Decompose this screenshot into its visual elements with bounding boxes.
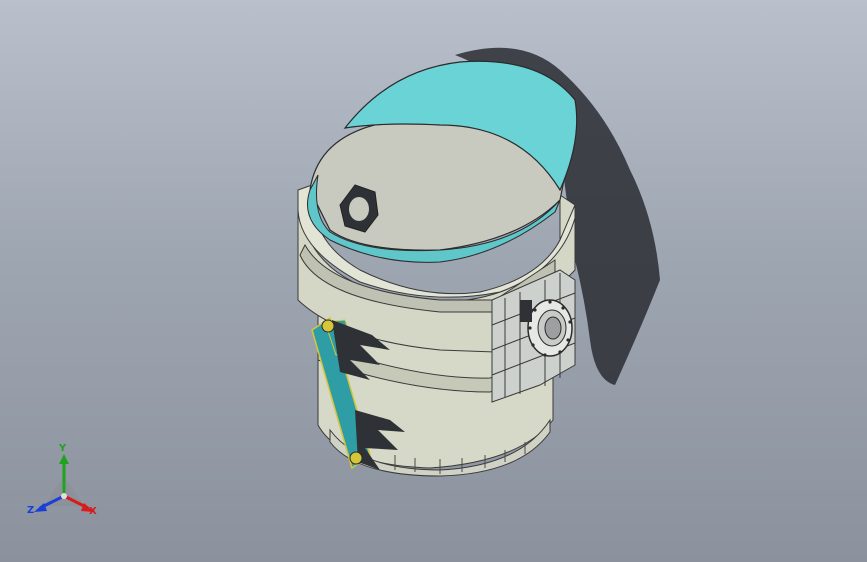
z-axis-label: Z: [27, 505, 35, 516]
y-axis-label: Y: [59, 443, 67, 454]
pivot-bottom[interactable]: [349, 451, 363, 465]
hopper-hole-inner: [349, 197, 369, 221]
y-axis-arrow: [59, 454, 69, 464]
flange-port[interactable]: [527, 299, 573, 357]
triad-graphic: [34, 454, 94, 512]
pivot-top[interactable]: [321, 319, 335, 333]
port-bracket: [520, 300, 532, 322]
triad-origin: [61, 493, 67, 499]
3d-model-view[interactable]: [0, 0, 867, 562]
orientation-triad[interactable]: Y X Z: [22, 444, 112, 528]
graphics-viewport[interactable]: Y X Z: [0, 0, 867, 562]
x-axis-label: X: [89, 506, 97, 517]
